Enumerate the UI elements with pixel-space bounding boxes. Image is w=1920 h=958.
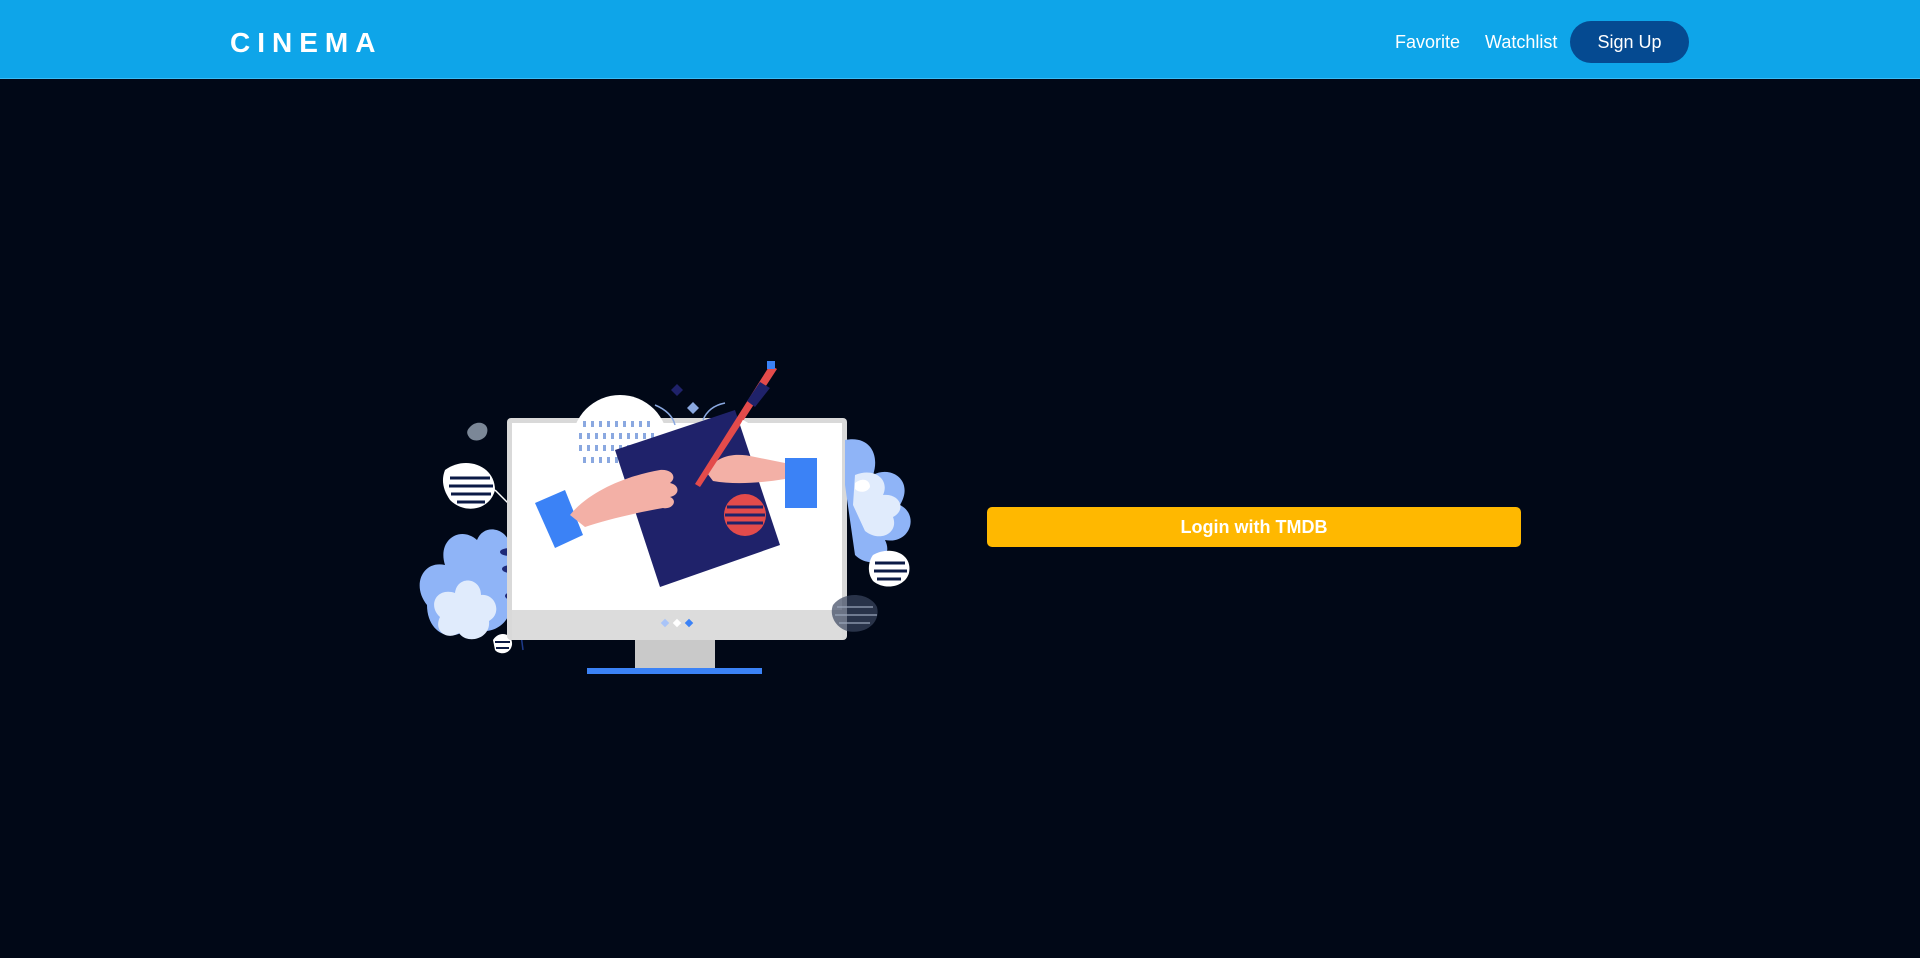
navbar: CINEMA Favorite Watchlist Sign Up xyxy=(0,0,1920,79)
nav-link-watchlist[interactable]: Watchlist xyxy=(1485,32,1557,53)
nav-link-favorite[interactable]: Favorite xyxy=(1395,32,1460,53)
sign-up-button[interactable]: Sign Up xyxy=(1570,21,1689,63)
login-with-tmdb-button[interactable]: Login with TMDB xyxy=(987,507,1521,547)
brand-logo[interactable]: CINEMA xyxy=(230,27,382,59)
computer-design-illustration xyxy=(419,361,911,674)
